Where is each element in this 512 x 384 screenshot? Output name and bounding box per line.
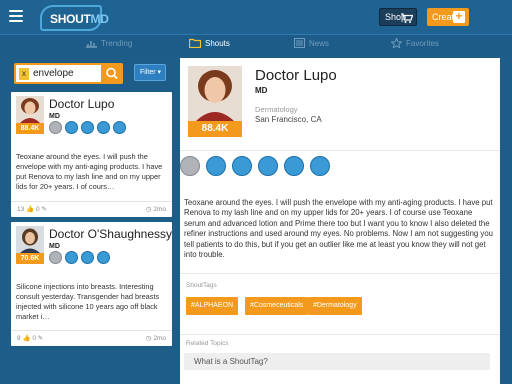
level-badge-icon xyxy=(232,156,252,176)
doctor-credential: MD xyxy=(49,243,60,250)
thumbs-up-icon[interactable]: 👍 xyxy=(22,335,30,342)
doctor-specialty: Dermatology xyxy=(255,105,298,114)
ribbon-badge-icon xyxy=(97,251,110,264)
tab-bar: Trending Shouts News Favorites xyxy=(0,34,512,54)
filter-button[interactable]: Filter ▾ xyxy=(134,64,166,81)
shout-card[interactable]: 88.4K Doctor Lupo MD Teoxane around the … xyxy=(11,92,172,217)
star-icon xyxy=(390,37,403,49)
tab-favorites-label: Favorites xyxy=(406,39,439,48)
avatar xyxy=(16,96,44,123)
score-badge: 88.4K xyxy=(188,121,242,137)
comment-count: 0 xyxy=(32,335,36,342)
score-badge: 70.6K xyxy=(16,253,44,264)
shouttag-chip[interactable]: #Dermatology xyxy=(308,297,362,315)
cart-icon xyxy=(401,13,413,23)
divider xyxy=(180,334,500,335)
search-value: envelope xyxy=(33,68,74,79)
tab-favorites[interactable]: Favorites xyxy=(390,37,439,49)
score-badge: 88.4K xyxy=(16,123,44,134)
doctor-credential: MD xyxy=(255,86,268,95)
plus-icon: + xyxy=(453,10,465,23)
shout-excerpt: Teoxane around the eyes. I will push the… xyxy=(16,152,163,191)
doctor-credential: MD xyxy=(49,113,60,120)
comment-count: 0 xyxy=(35,206,40,213)
divider xyxy=(180,273,500,274)
seal-badge-icon xyxy=(49,121,62,134)
shouttags-label: ShoutTags xyxy=(186,282,217,289)
search-button[interactable] xyxy=(101,63,123,84)
shout-detail-panel: 88.4K Doctor Lupo MD Dermatology San Fra… xyxy=(180,58,500,384)
comment-icon[interactable]: ✎ xyxy=(38,335,43,342)
level-badge-icon xyxy=(81,251,94,264)
seal-badge-icon xyxy=(180,156,200,176)
filter-caret-icon: ▾ xyxy=(157,69,162,76)
related-topics-label: Related Topics xyxy=(186,340,229,347)
card-footer: 9 👍 0 ✎ ◷ 2mo xyxy=(11,330,172,346)
chart-icon xyxy=(86,41,97,48)
create-button[interactable]: Create + xyxy=(427,8,469,26)
tab-shouts[interactable]: Shouts xyxy=(188,38,230,49)
seal-badge-icon xyxy=(49,251,62,264)
search-icon xyxy=(106,67,118,80)
clock-icon: ◷ xyxy=(145,206,152,213)
like-count: 13 xyxy=(17,206,25,213)
like-count: 9 xyxy=(17,335,21,342)
shoutmd-logo[interactable]: SHOUTMD xyxy=(40,5,109,31)
ribbon-badge-icon xyxy=(284,156,304,176)
folder-icon xyxy=(188,38,202,49)
shield-badge-icon xyxy=(206,156,226,176)
ribbon-badge-icon xyxy=(310,156,330,176)
top-bar: SHOUTMD Shop Create + xyxy=(0,0,512,34)
timestamp: 2mo xyxy=(153,206,166,213)
avatar xyxy=(188,66,242,122)
ribbon-badge-icon xyxy=(97,121,110,134)
logo-prefix: SHOUT xyxy=(50,12,91,26)
doctor-name[interactable]: Doctor O'Shaughnessy xyxy=(49,227,172,241)
shout-card[interactable]: 70.6K Doctor O'Shaughnessy MD Silicone i… xyxy=(11,222,172,346)
tab-news-label: News xyxy=(309,39,330,48)
tab-trending-label: Trending xyxy=(101,39,133,48)
news-icon xyxy=(294,38,305,48)
shield-badge-icon xyxy=(65,251,78,264)
shouttag-chip[interactable]: #ALPHAEON xyxy=(186,297,239,315)
comment-icon[interactable]: ✎ xyxy=(41,206,46,213)
doctor-name[interactable]: Doctor Lupo xyxy=(255,67,337,84)
tab-news[interactable]: News xyxy=(294,38,329,48)
clear-search-icon[interactable]: x xyxy=(19,68,29,80)
shout-excerpt: Silicone injections into breasts. Intere… xyxy=(16,282,160,321)
filter-label: Filter xyxy=(140,69,156,76)
ribbon-badge-icon xyxy=(258,156,278,176)
doctor-name[interactable]: Doctor Lupo xyxy=(49,97,114,111)
hamburger-menu-icon[interactable] xyxy=(9,10,23,22)
doctor-location: San Francisco, CA xyxy=(255,115,322,124)
avatar xyxy=(16,226,44,253)
tab-trending[interactable]: Trending xyxy=(86,38,132,48)
tab-shouts-label: Shouts xyxy=(205,39,230,48)
level-badge-icon xyxy=(81,121,94,134)
ribbon-badge-icon xyxy=(113,121,126,134)
badge-row xyxy=(49,251,113,265)
badge-row xyxy=(180,150,500,182)
thumbs-up-icon[interactable]: 👍 xyxy=(26,206,34,213)
related-topic-item[interactable]: What is a ShoutTag? xyxy=(184,353,490,370)
shield-badge-icon xyxy=(65,121,78,134)
card-footer: 13 👍 0 ✎ ◷ 2mo xyxy=(11,201,172,217)
shop-button[interactable]: Shop xyxy=(379,8,417,26)
logo-suffix: MD xyxy=(90,12,109,26)
badge-row xyxy=(49,121,129,135)
timestamp: 2mo xyxy=(153,335,166,342)
shout-body: Teoxane around the eyes. I will push the… xyxy=(184,198,494,260)
clock-icon: ◷ xyxy=(145,335,152,342)
shouttag-chip[interactable]: #Cosmeceuticals xyxy=(245,297,309,315)
